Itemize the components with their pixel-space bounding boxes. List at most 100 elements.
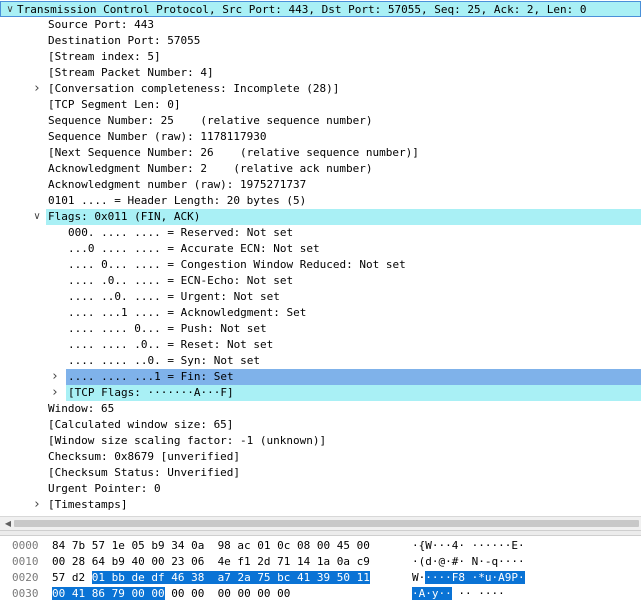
tree-row[interactable]: › [Timestamps]	[0, 497, 641, 513]
hex-bytes-text: 84 7b 57 1e 05 b9 34 0a 98 ac 01 0c 08 0…	[52, 539, 370, 552]
hex-offset: 0000	[12, 539, 39, 552]
hex-row[interactable]: 0000 84 7b 57 1e 05 b9 34 0a 98 ac 01 0c …	[0, 538, 641, 554]
tree-row-label: .... .... .0.. = Reset: Not set	[68, 338, 274, 351]
hex-bytes[interactable]: 57 d2 01 bb de df 46 38 a7 2a 75 bc 41 3…	[52, 570, 370, 586]
tree-row-label: Flags: 0x011 (FIN, ACK)	[48, 210, 201, 223]
hex-ascii-text: ·{W···4· ······E·	[412, 539, 525, 552]
tree-row[interactable]: Acknowledgment Number: 2 (relative ack n…	[0, 161, 641, 177]
tree-row[interactable]: [Calculated window size: 65]	[0, 417, 641, 433]
tree-row-label: Source Port: 443	[48, 18, 154, 31]
scrollbar-thumb[interactable]	[14, 520, 639, 527]
packet-bytes-pane[interactable]: 0000 84 7b 57 1e 05 b9 34 0a 98 ac 01 0c …	[0, 536, 641, 601]
tree-row[interactable]: Source Port: 443	[0, 17, 641, 33]
tree-row-label: Sequence Number (raw): 1178117930	[48, 130, 267, 143]
hex-ascii[interactable]: ·A·y·· ·· ····	[412, 586, 505, 601]
scroll-left-icon[interactable]: ◀	[2, 517, 14, 530]
hex-bytes[interactable]: 84 7b 57 1e 05 b9 34 0a 98 ac 01 0c 08 0…	[52, 538, 370, 554]
tree-row[interactable]: [Checksum Status: Unverified]	[0, 465, 641, 481]
tree-row-label: [Stream Packet Number: 4]	[48, 66, 214, 79]
chevron-right-icon[interactable]: ›	[32, 81, 42, 97]
hex-row[interactable]: 0030 00 41 86 79 00 00 00 00 00 00 00 00 ·…	[0, 586, 641, 601]
tree-row-label: [TCP Flags: ·······A···F]	[68, 386, 234, 399]
tree-row-label: Urgent Pointer: 0	[48, 482, 161, 495]
hex-bytes-selected: 01 bb de df 46 38 a7 2a 75 bc 41 39 50 1…	[91, 571, 370, 584]
tree-row-label: [Stream index: 5]	[48, 50, 161, 63]
tree-row-label: [Next Sequence Number: 26 (relative sequ…	[48, 146, 419, 159]
tree-row-label: ...0 .... .... = Accurate ECN: Not set	[68, 242, 320, 255]
tree-row-label: .... ...1 .... = Acknowledgment: Set	[68, 306, 307, 319]
tree-row-label: Acknowledgment number (raw): 1975271737	[48, 178, 307, 191]
tree-row[interactable]: Urgent Pointer: 0	[0, 481, 641, 497]
tree-row[interactable]: .... .... ..0. = Syn: Not set	[0, 353, 641, 369]
chevron-right-icon[interactable]: ›	[50, 369, 60, 385]
chevron-right-icon[interactable]: ›	[50, 385, 60, 401]
tree-row[interactable]: .... .... 0... = Push: Not set	[0, 321, 641, 337]
tree-row-label: .... ..0. .... = Urgent: Not set	[68, 290, 280, 303]
hex-bytes-text: 57 d2	[52, 571, 92, 584]
chevron-down-icon[interactable]: ∨	[5, 2, 15, 18]
tree-row-label: [Timestamps]	[48, 498, 128, 511]
hex-row[interactable]: 0010 00 28 64 b9 40 00 23 06 4e f1 2d 71 …	[0, 554, 641, 570]
tree-row[interactable]: [Stream Packet Number: 4]	[0, 65, 641, 81]
hex-ascii-selected: ·A·y··	[412, 587, 452, 600]
tree-row-label: .... .... ..0. = Syn: Not set	[68, 354, 261, 367]
tree-row-label: Destination Port: 57055	[48, 34, 201, 47]
tree-row[interactable]: ∨ Flags: 0x011 (FIN, ACK)	[0, 209, 641, 225]
hex-ascii-text: ·· ····	[451, 587, 505, 600]
hex-offset: 0030	[12, 587, 39, 600]
tree-row[interactable]: [Window size scaling factor: -1 (unknown…	[0, 433, 641, 449]
tree-row-label: .... .0.. .... = ECN-Echo: Not set	[68, 274, 294, 287]
tree-row-label: [Window size scaling factor: -1 (unknown…	[48, 434, 327, 447]
tree-row[interactable]: ∨ Transmission Control Protocol, Src Port…	[0, 1, 641, 17]
tree-row[interactable]: 0101 .... = Header Length: 20 bytes (5)	[0, 193, 641, 209]
tree-row[interactable]: .... 0... .... = Congestion Window Reduc…	[0, 257, 641, 273]
tree-row[interactable]: .... ..0. .... = Urgent: Not set	[0, 289, 641, 305]
tree-row-label: Window: 65	[48, 402, 115, 415]
tree-row[interactable]: Checksum: 0x8679 [unverified]	[0, 449, 641, 465]
tree-row-label: [Calculated window size: 65]	[48, 418, 234, 431]
tree-row[interactable]: 000. .... .... = Reserved: Not set	[0, 225, 641, 241]
hex-bytes[interactable]: 00 41 86 79 00 00 00 00 00 00 00 00	[52, 586, 290, 601]
tree-row-label: Sequence Number: 25 (relative sequence n…	[48, 114, 373, 127]
tree-row[interactable]: › [TCP Flags: ·······A···F]	[0, 385, 641, 401]
hex-ascii-selected: ····F8 ·*u·A9P·	[425, 571, 525, 584]
tree-row[interactable]: .... .0.. .... = ECN-Echo: Not set	[0, 273, 641, 289]
tree-row[interactable]: [Next Sequence Number: 26 (relative sequ…	[0, 145, 641, 161]
tree-row-label: .... .... ...1 = Fin: Set	[68, 370, 234, 383]
tree-row-label: Acknowledgment Number: 2 (relative ack n…	[48, 162, 373, 175]
tree-row[interactable]: .... .... .0.. = Reset: Not set	[0, 337, 641, 353]
chevron-right-icon[interactable]: ›	[32, 497, 42, 513]
tree-row[interactable]: [TCP Segment Len: 0]	[0, 97, 641, 113]
hex-bytes[interactable]: 00 28 64 b9 40 00 23 06 4e f1 2d 71 14 1…	[52, 554, 370, 570]
hex-bytes-selected: 00 41 86 79 00 00	[52, 587, 165, 600]
packet-details-tree[interactable]: ∨ Transmission Control Protocol, Src Port…	[0, 0, 641, 516]
hex-ascii[interactable]: ·{W···4· ······E·	[412, 538, 525, 554]
hex-ascii-text: W·	[412, 571, 426, 584]
tree-row-label: Checksum: 0x8679 [unverified]	[48, 450, 241, 463]
tree-row-label: [Conversation completeness: Incomplete (…	[48, 82, 340, 95]
tree-row[interactable]: [Stream index: 5]	[0, 49, 641, 65]
hex-offset: 0010	[12, 555, 39, 568]
hex-bytes-text: 00 00 00 00 00 00	[164, 587, 291, 600]
tree-row[interactable]: › [Conversation completeness: Incomplete …	[0, 81, 641, 97]
tree-row[interactable]: .... ...1 .... = Acknowledgment: Set	[0, 305, 641, 321]
horizontal-scrollbar[interactable]: ◀	[0, 516, 641, 530]
chevron-down-icon[interactable]: ∨	[32, 209, 42, 225]
tree-row[interactable]: Window: 65	[0, 401, 641, 417]
hex-offset: 0020	[12, 571, 39, 584]
hex-ascii-text: ·(d·@·#· N·-q····	[412, 555, 525, 568]
tree-row[interactable]: ...0 .... .... = Accurate ECN: Not set	[0, 241, 641, 257]
tree-row-label: .... 0... .... = Congestion Window Reduc…	[68, 258, 406, 271]
hex-row[interactable]: 0020 57 d2 01 bb de df 46 38 a7 2a 75 bc …	[0, 570, 641, 586]
tree-row-label: Transmission Control Protocol, Src Port:…	[17, 3, 587, 16]
tree-row-label: 0101 .... = Header Length: 20 bytes (5)	[48, 194, 307, 207]
hex-ascii[interactable]: ·(d·@·#· N·-q····	[412, 554, 525, 570]
tree-row-label: [Checksum Status: Unverified]	[48, 466, 241, 479]
tree-row[interactable]: Destination Port: 57055	[0, 33, 641, 49]
tree-row[interactable]: › .... .... ...1 = Fin: Set	[0, 369, 641, 385]
tree-row-label: 000. .... .... = Reserved: Not set	[68, 226, 294, 239]
tree-row[interactable]: Acknowledgment number (raw): 1975271737	[0, 177, 641, 193]
tree-row[interactable]: Sequence Number: 25 (relative sequence n…	[0, 113, 641, 129]
tree-row[interactable]: Sequence Number (raw): 1178117930	[0, 129, 641, 145]
hex-ascii[interactable]: W·····F8 ·*u·A9P·	[412, 570, 525, 586]
